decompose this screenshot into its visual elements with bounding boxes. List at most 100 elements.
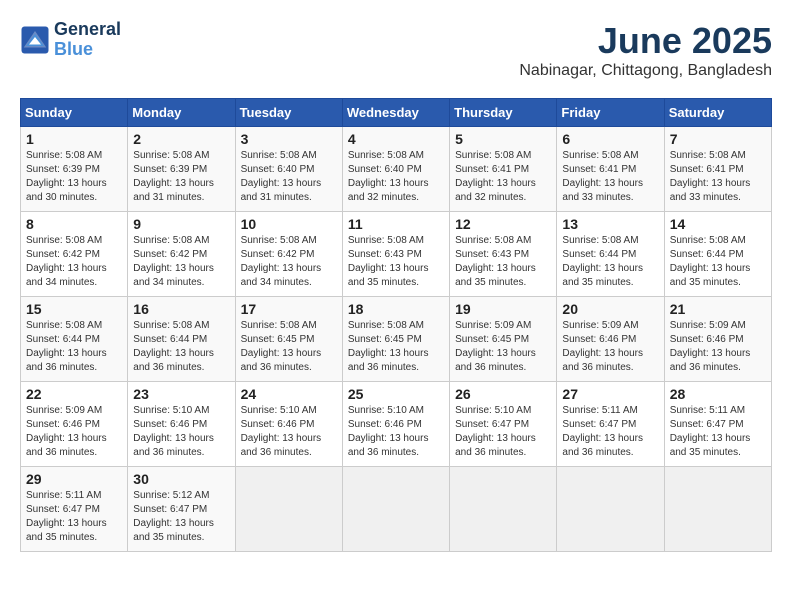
calendar-cell: 12 Sunrise: 5:08 AMSunset: 6:43 PMDayligh… [450, 212, 557, 297]
calendar-week-5: 29 Sunrise: 5:11 AMSunset: 6:47 PMDayligh… [21, 467, 772, 552]
day-number: 22 [26, 386, 122, 402]
day-number: 28 [670, 386, 766, 402]
day-detail: Sunrise: 5:08 AMSunset: 6:43 PMDaylight:… [348, 234, 444, 290]
calendar-cell: 20 Sunrise: 5:09 AMSunset: 6:46 PMDayligh… [557, 297, 664, 382]
day-number: 20 [562, 301, 658, 317]
calendar-cell: 4 Sunrise: 5:08 AMSunset: 6:40 PMDaylight… [342, 127, 449, 212]
header-saturday: Saturday [664, 99, 771, 127]
day-detail: Sunrise: 5:08 AMSunset: 6:44 PMDaylight:… [562, 234, 658, 290]
header-row: Sunday Monday Tuesday Wednesday Thursday… [21, 99, 772, 127]
day-number: 4 [348, 131, 444, 147]
calendar-cell [450, 467, 557, 552]
day-number: 16 [133, 301, 229, 317]
calendar-cell: 9 Sunrise: 5:08 AMSunset: 6:42 PMDaylight… [128, 212, 235, 297]
day-detail: Sunrise: 5:09 AMSunset: 6:45 PMDaylight:… [455, 319, 551, 375]
day-detail: Sunrise: 5:08 AMSunset: 6:39 PMDaylight:… [26, 149, 122, 205]
header-friday: Friday [557, 99, 664, 127]
day-number: 3 [241, 131, 337, 147]
calendar-cell: 13 Sunrise: 5:08 AMSunset: 6:44 PMDayligh… [557, 212, 664, 297]
day-number: 11 [348, 216, 444, 232]
day-detail: Sunrise: 5:08 AMSunset: 6:42 PMDaylight:… [26, 234, 122, 290]
day-detail: Sunrise: 5:08 AMSunset: 6:44 PMDaylight:… [670, 234, 766, 290]
title-section: June 2025 Nabinagar, Chittagong, Banglad… [519, 20, 772, 80]
calendar-cell: 17 Sunrise: 5:08 AMSunset: 6:45 PMDayligh… [235, 297, 342, 382]
day-detail: Sunrise: 5:09 AMSunset: 6:46 PMDaylight:… [670, 319, 766, 375]
calendar-cell: 16 Sunrise: 5:08 AMSunset: 6:44 PMDayligh… [128, 297, 235, 382]
calendar-cell: 5 Sunrise: 5:08 AMSunset: 6:41 PMDaylight… [450, 127, 557, 212]
day-number: 7 [670, 131, 766, 147]
day-number: 19 [455, 301, 551, 317]
calendar-cell [557, 467, 664, 552]
day-detail: Sunrise: 5:09 AMSunset: 6:46 PMDaylight:… [26, 404, 122, 460]
calendar-cell: 18 Sunrise: 5:08 AMSunset: 6:45 PMDayligh… [342, 297, 449, 382]
day-detail: Sunrise: 5:08 AMSunset: 6:43 PMDaylight:… [455, 234, 551, 290]
day-number: 27 [562, 386, 658, 402]
calendar-week-1: 1Sunrise: 5:08 AMSunset: 6:39 PMDaylight… [21, 127, 772, 212]
day-detail: Sunrise: 5:08 AMSunset: 6:41 PMDaylight:… [562, 149, 658, 205]
day-detail: Sunrise: 5:08 AMSunset: 6:40 PMDaylight:… [348, 149, 444, 205]
day-number: 23 [133, 386, 229, 402]
calendar-cell: 30 Sunrise: 5:12 AMSunset: 6:47 PMDayligh… [128, 467, 235, 552]
logo-line1: General [54, 20, 121, 40]
day-detail: Sunrise: 5:08 AMSunset: 6:44 PMDaylight:… [26, 319, 122, 375]
day-number: 10 [241, 216, 337, 232]
calendar-table: Sunday Monday Tuesday Wednesday Thursday… [20, 98, 772, 552]
day-detail: Sunrise: 5:08 AMSunset: 6:42 PMDaylight:… [133, 234, 229, 290]
day-number: 24 [241, 386, 337, 402]
calendar-cell: 19 Sunrise: 5:09 AMSunset: 6:45 PMDayligh… [450, 297, 557, 382]
calendar-cell [342, 467, 449, 552]
header-wednesday: Wednesday [342, 99, 449, 127]
day-number: 13 [562, 216, 658, 232]
calendar-cell: 10 Sunrise: 5:08 AMSunset: 6:42 PMDayligh… [235, 212, 342, 297]
day-number: 29 [26, 471, 122, 487]
day-number: 14 [670, 216, 766, 232]
day-detail: Sunrise: 5:11 AMSunset: 6:47 PMDaylight:… [26, 489, 122, 545]
day-detail: Sunrise: 5:11 AMSunset: 6:47 PMDaylight:… [670, 404, 766, 460]
day-detail: Sunrise: 5:10 AMSunset: 6:47 PMDaylight:… [455, 404, 551, 460]
day-number: 30 [133, 471, 229, 487]
day-detail: Sunrise: 5:08 AMSunset: 6:42 PMDaylight:… [241, 234, 337, 290]
day-detail: Sunrise: 5:10 AMSunset: 6:46 PMDaylight:… [133, 404, 229, 460]
day-number: 2 [133, 131, 229, 147]
day-detail: Sunrise: 5:08 AMSunset: 6:41 PMDaylight:… [455, 149, 551, 205]
logo-icon [20, 25, 50, 55]
calendar-cell: 29 Sunrise: 5:11 AMSunset: 6:47 PMDayligh… [21, 467, 128, 552]
day-detail: Sunrise: 5:12 AMSunset: 6:47 PMDaylight:… [133, 489, 229, 545]
day-number: 17 [241, 301, 337, 317]
day-number: 5 [455, 131, 551, 147]
month-title: June 2025 [519, 20, 772, 62]
day-number: 21 [670, 301, 766, 317]
calendar-cell: 28 Sunrise: 5:11 AMSunset: 6:47 PMDayligh… [664, 382, 771, 467]
header-tuesday: Tuesday [235, 99, 342, 127]
day-number: 12 [455, 216, 551, 232]
day-detail: Sunrise: 5:08 AMSunset: 6:40 PMDaylight:… [241, 149, 337, 205]
day-number: 9 [133, 216, 229, 232]
day-detail: Sunrise: 5:08 AMSunset: 6:45 PMDaylight:… [241, 319, 337, 375]
calendar-cell: 14 Sunrise: 5:08 AMSunset: 6:44 PMDayligh… [664, 212, 771, 297]
header-thursday: Thursday [450, 99, 557, 127]
logo: General Blue [20, 20, 121, 60]
calendar-cell: 7 Sunrise: 5:08 AMSunset: 6:41 PMDaylight… [664, 127, 771, 212]
day-detail: Sunrise: 5:11 AMSunset: 6:47 PMDaylight:… [562, 404, 658, 460]
calendar-week-2: 8Sunrise: 5:08 AMSunset: 6:42 PMDaylight… [21, 212, 772, 297]
day-number: 25 [348, 386, 444, 402]
calendar-cell: 6Sunrise: 5:08 AMSunset: 6:41 PMDaylight… [557, 127, 664, 212]
day-detail: Sunrise: 5:08 AMSunset: 6:41 PMDaylight:… [670, 149, 766, 205]
calendar-cell: 15Sunrise: 5:08 AMSunset: 6:44 PMDayligh… [21, 297, 128, 382]
calendar-body: 1Sunrise: 5:08 AMSunset: 6:39 PMDaylight… [21, 127, 772, 552]
calendar-header: Sunday Monday Tuesday Wednesday Thursday… [21, 99, 772, 127]
calendar-cell: 25 Sunrise: 5:10 AMSunset: 6:46 PMDayligh… [342, 382, 449, 467]
day-detail: Sunrise: 5:08 AMSunset: 6:44 PMDaylight:… [133, 319, 229, 375]
calendar-cell [664, 467, 771, 552]
calendar-cell: 11 Sunrise: 5:08 AMSunset: 6:43 PMDayligh… [342, 212, 449, 297]
calendar-cell [235, 467, 342, 552]
day-detail: Sunrise: 5:08 AMSunset: 6:45 PMDaylight:… [348, 319, 444, 375]
location-title: Nabinagar, Chittagong, Bangladesh [519, 62, 772, 80]
header-monday: Monday [128, 99, 235, 127]
calendar-cell: 22 Sunrise: 5:09 AMSunset: 6:46 PMDayligh… [21, 382, 128, 467]
day-detail: Sunrise: 5:09 AMSunset: 6:46 PMDaylight:… [562, 319, 658, 375]
day-detail: Sunrise: 5:10 AMSunset: 6:46 PMDaylight:… [348, 404, 444, 460]
day-number: 18 [348, 301, 444, 317]
calendar-cell: 8Sunrise: 5:08 AMSunset: 6:42 PMDaylight… [21, 212, 128, 297]
logo-line2: Blue [54, 40, 121, 60]
